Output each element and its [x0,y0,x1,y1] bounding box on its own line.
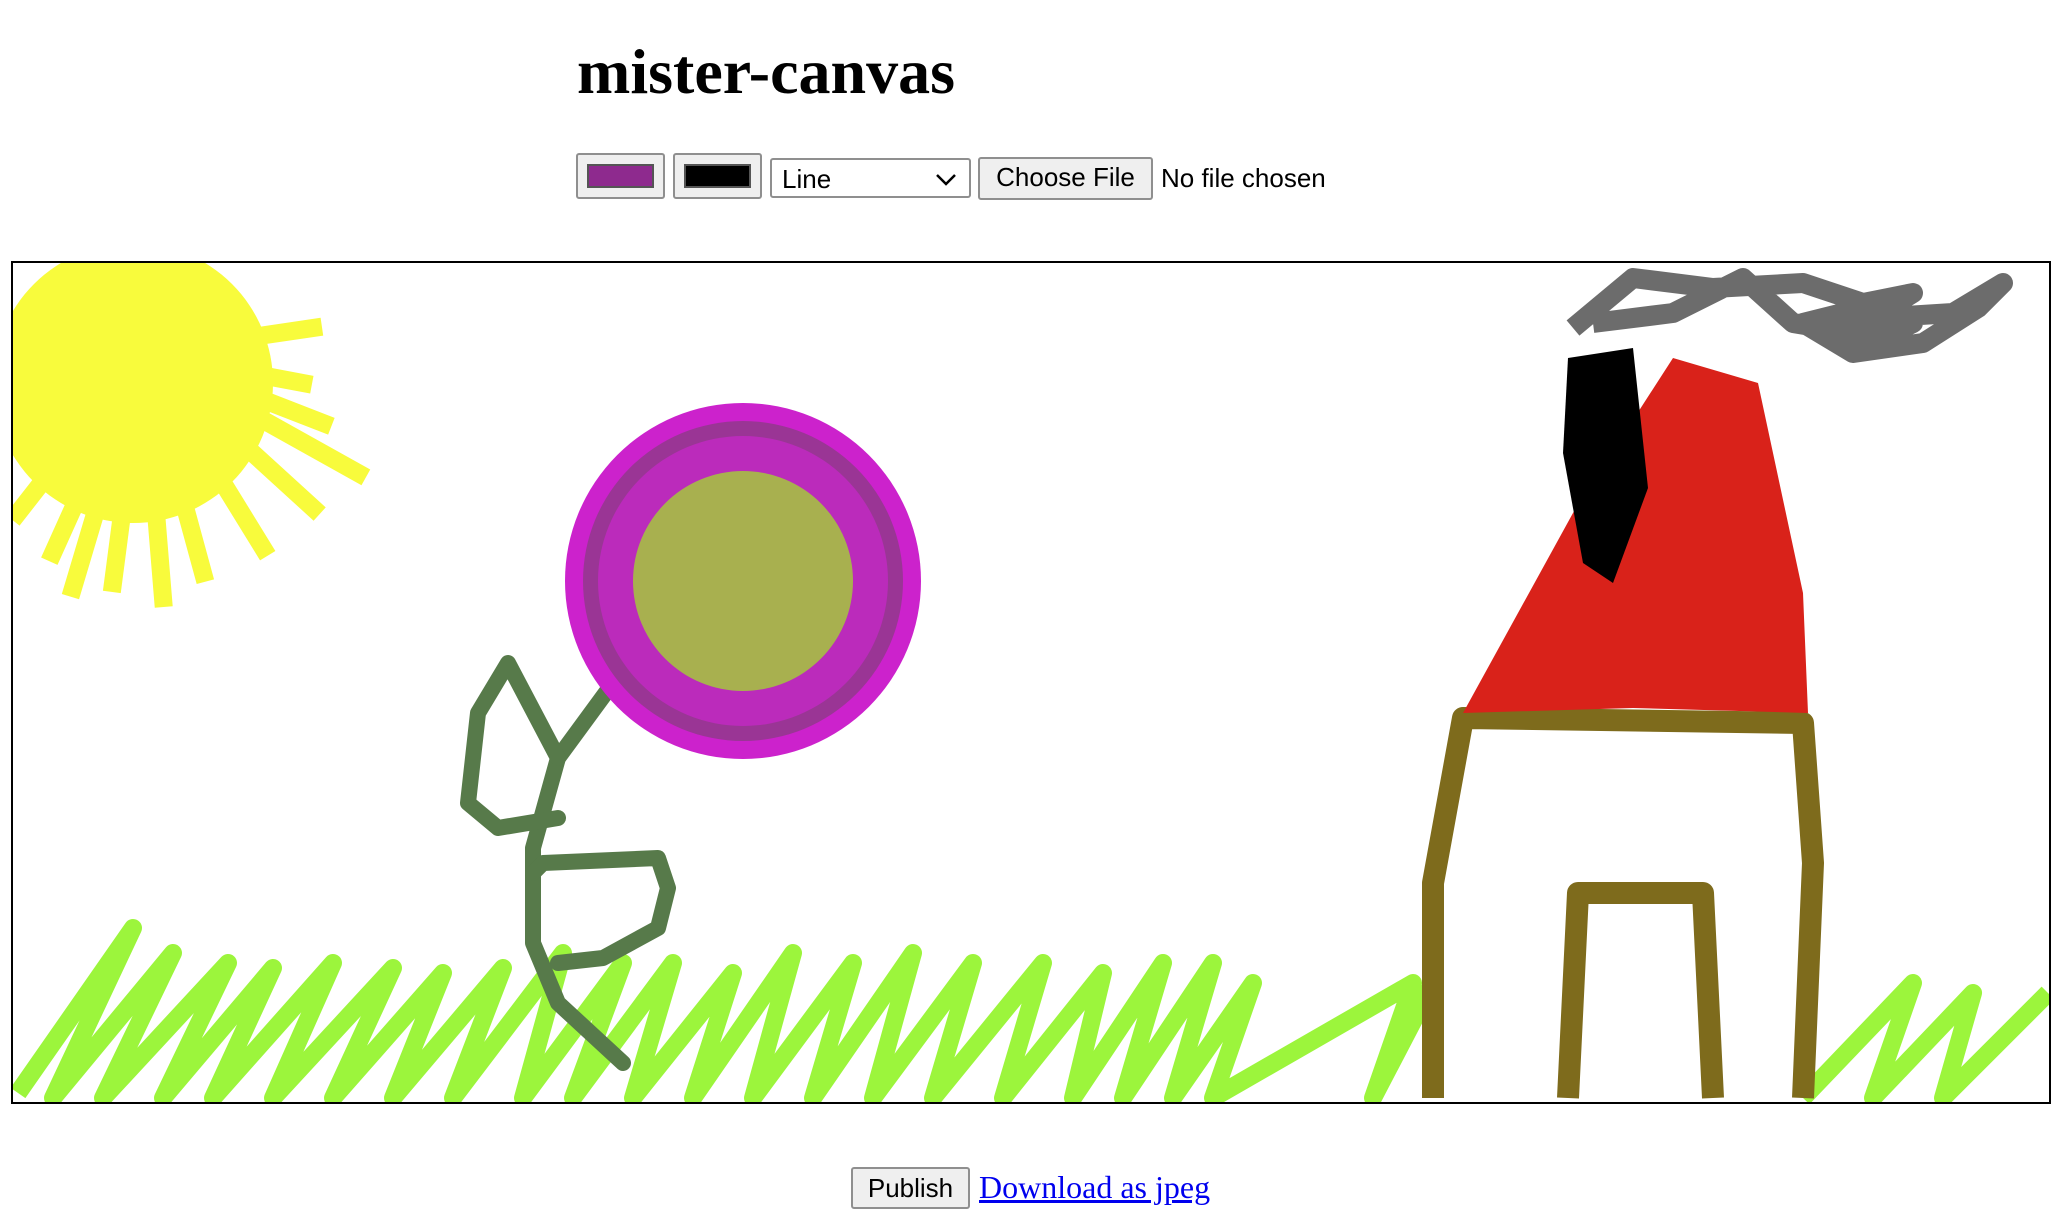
fill-color-swatch [684,164,751,188]
shape-select[interactable]: Line [770,158,971,198]
house-walls-drawing [1422,707,1824,1099]
stroke-color-swatch [587,164,654,188]
fill-color-picker[interactable] [673,153,762,199]
publish-button[interactable]: Publish [851,1167,970,1209]
grass-drawing [13,919,1441,1102]
drawing-canvas[interactable] [11,261,2051,1104]
file-status-text: No file chosen [1161,163,1326,193]
grass-right-drawing [1796,974,2049,1102]
shape-select-value: Line [782,164,832,194]
stroke-color-picker[interactable] [576,153,665,199]
download-jpeg-link[interactable]: Download as jpeg [979,1168,1210,1206]
page-title: mister-canvas [577,36,955,107]
canvas-drawing [13,263,2049,1102]
flower-drawing [565,403,921,759]
choose-file-button[interactable]: Choose File [978,157,1153,200]
chevron-down-icon [936,174,956,186]
smoke-drawing [1566,268,2013,363]
